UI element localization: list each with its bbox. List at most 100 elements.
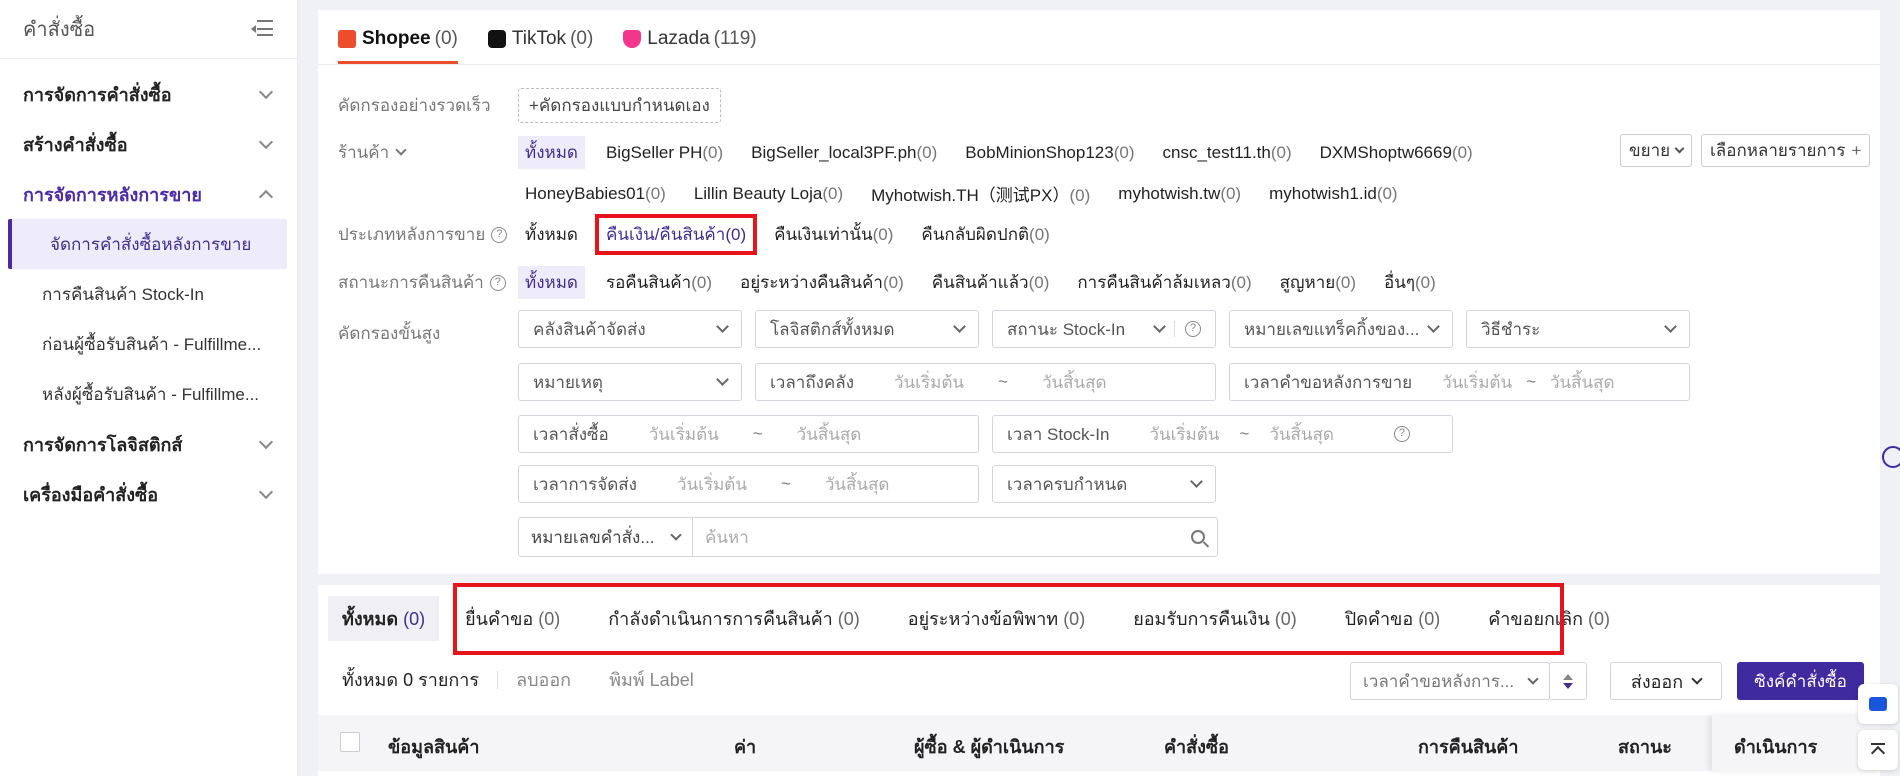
status-tab-all[interactable]: ทั้งหมด (0) xyxy=(328,595,440,641)
quick-filter-label: คัดกรองอย่างรวดเร็ว xyxy=(338,96,491,115)
shop-chip[interactable]: Lillin Beauty Loja(0) xyxy=(687,181,850,207)
delete-button[interactable]: ลบออก xyxy=(516,665,571,694)
help-icon[interactable]: ? xyxy=(1393,426,1410,442)
sidebar-group-create-order[interactable]: สร้างคำสั่งซื้อ xyxy=(0,119,297,169)
shop-chip[interactable]: HoneyBabies01(0) xyxy=(518,181,673,207)
aftersale-type-row: ประเภทหลังการขาย? ทั้งหมด คืนเงิน/คืนสิน… xyxy=(338,214,1071,255)
type-chip-all[interactable]: ทั้งหมด xyxy=(518,218,585,251)
stockin-status-select[interactable]: สถานะ Stock-In? xyxy=(992,310,1216,348)
shop-chip[interactable]: myhotwish1.id(0) xyxy=(1262,181,1405,207)
print-label-button[interactable]: พิมพ์ Label xyxy=(609,665,694,694)
chevron-down-icon xyxy=(1153,320,1166,333)
search-field-select[interactable]: หมายเลขคำสั่ง... xyxy=(519,518,693,556)
help-icon[interactable]: ? xyxy=(489,274,506,291)
expand-button[interactable]: ขยาย xyxy=(1620,134,1693,167)
status-chip-all[interactable]: ทั้งหมด xyxy=(518,266,585,299)
tracking-select[interactable]: หมายเลขแทร็คกิ้งของ... xyxy=(1229,310,1453,348)
chevron-down-icon xyxy=(258,84,274,99)
chevron-down-icon xyxy=(670,528,682,541)
shop-chip[interactable]: BigSeller PH(0) xyxy=(599,140,730,166)
shop-chip[interactable]: BobMinionShop123(0) xyxy=(958,140,1141,166)
collapse-menu-icon[interactable] xyxy=(251,20,273,38)
stockin-time-range[interactable]: เวลา Stock-In วันเริ่มต้น ~ วันสิ้นสุด? xyxy=(992,415,1453,453)
total-count: ทั้งหมด 0 รายการ xyxy=(342,670,480,690)
assistant-ring-icon[interactable] xyxy=(1882,446,1900,468)
chevron-down-icon xyxy=(953,320,966,333)
note-select[interactable]: หมายเหตุ xyxy=(518,363,742,401)
chevron-down-icon xyxy=(1427,320,1440,333)
help-icon[interactable]: ? xyxy=(491,226,508,243)
col-price: ค่า xyxy=(734,737,757,757)
shop-chip[interactable]: DXMShoptw6669(0) xyxy=(1313,140,1480,166)
chevron-down-icon xyxy=(716,320,729,333)
chevron-down-icon xyxy=(1664,320,1677,333)
list-toolbar: ทั้งหมด 0 รายการ ลบออก พิมพ์ Label xyxy=(342,665,732,694)
chat-icon xyxy=(1869,697,1887,711)
chevron-down-icon xyxy=(258,484,274,499)
tab-lazada[interactable]: Lazada (119) xyxy=(623,28,757,64)
sidebar-item-return-stockin[interactable]: การคืนสินค้า Stock-In xyxy=(0,269,297,319)
sync-orders-button[interactable]: ซิงค์คำสั่งซื้อ xyxy=(1737,662,1864,700)
help-icon[interactable]: ? xyxy=(1185,321,1201,337)
advanced-filter-label: คัดกรองขั้นสูง xyxy=(338,324,441,343)
warehouse-time-range[interactable]: เวลาถึงคลัง วันเริ่มต้น ~ วันสิ้นสุด xyxy=(755,363,1216,401)
highlight-box xyxy=(453,583,1564,655)
chevron-down-icon xyxy=(1527,672,1539,685)
sidebar-item-before-receive[interactable]: ก่อนผู้ซื้อรับสินค้า - Fulfillme... xyxy=(0,319,297,369)
aftersale-type-label: ประเภทหลังการขาย xyxy=(338,225,486,244)
shop-label[interactable]: ร้านค้า xyxy=(338,139,518,166)
sidebar-group-logistics[interactable]: การจัดการโลจิสติกส์ xyxy=(0,419,297,469)
type-chip-abnormal-return[interactable]: คืนกลับผิดปกติ(0) xyxy=(914,218,1056,251)
sidebar-title: คำสั่งซื้อ xyxy=(23,19,96,41)
tab-shopee[interactable]: Shopee (0) xyxy=(338,28,458,64)
sidebar-group-order-management[interactable]: การจัดการคำสั่งซื้อ xyxy=(0,69,297,119)
chevron-up-icon xyxy=(258,189,274,204)
type-chip-refund-only[interactable]: คืนเงินเท่านั้น(0) xyxy=(767,218,900,251)
col-buyer: ผู้ซื้อ & ผู้ดำเนินการ xyxy=(914,737,1065,757)
sort-order-button[interactable] xyxy=(1549,662,1587,700)
select-all-checkbox[interactable] xyxy=(340,732,360,752)
sort-down-icon xyxy=(1563,682,1573,689)
search-input[interactable]: ค้นหา xyxy=(693,518,1217,556)
sidebar-group-aftersale[interactable]: การจัดการหลังการขาย xyxy=(0,169,297,219)
custom-filter-button[interactable]: +คัดกรองแบบกำหนดเอง xyxy=(518,88,721,123)
status-chip[interactable]: อื่นๆ(0) xyxy=(1377,266,1443,299)
shop-chip[interactable]: Myhotwish.TH（测试PX）(0) xyxy=(864,178,1097,209)
sidebar-item-aftersale-orders[interactable]: จัดการคำสั่งซื้อหลังการขาย xyxy=(8,219,287,269)
back-to-top-button[interactable] xyxy=(1858,730,1898,770)
logistics-select[interactable]: โลจิสติกส์ทั้งหมด xyxy=(755,310,979,348)
sidebar-item-after-receive[interactable]: หลังผู้ซื้อรับสินค้า - Fulfillme... xyxy=(0,369,297,419)
status-chip[interactable]: การคืนสินค้าล้มเหลว(0) xyxy=(1070,266,1258,299)
sort-select[interactable]: เวลาคำขอหลังการ... xyxy=(1350,662,1550,700)
chat-button[interactable] xyxy=(1858,684,1898,724)
shop-chip[interactable]: BigSeller_local3PF.ph(0) xyxy=(744,140,944,166)
back-to-top-icon xyxy=(1871,743,1885,757)
tab-tiktok[interactable]: TikTok (0) xyxy=(487,28,593,64)
chevron-down-icon xyxy=(258,134,274,149)
warehouse-select[interactable]: คลังสินค้าจัดส่ง xyxy=(518,310,742,348)
sort-up-icon xyxy=(1563,673,1573,680)
status-chip[interactable]: สูญหาย(0) xyxy=(1273,266,1363,299)
order-time-range[interactable]: เวลาสั่งซื้อ วันเริ่มต้น ~ วันสิ้นสุด xyxy=(518,415,979,453)
shop-filter-row-2: HoneyBabies01(0) Lillin Beauty Loja(0) M… xyxy=(338,178,1419,209)
aftersale-list: ทั้งหมด (0) ยื่นคำขอ (0) กำลังดำเนินการก… xyxy=(318,583,1880,776)
due-time-select[interactable]: เวลาครบกำหนด xyxy=(992,465,1216,503)
status-chip[interactable]: รอคืนสินค้า(0) xyxy=(599,266,719,299)
ship-time-range[interactable]: เวลาการจัดส่ง วันเริ่มต้น ~ วันสิ้นสุด xyxy=(518,465,979,503)
payment-select[interactable]: วิธีชำระ xyxy=(1466,310,1690,348)
type-chip-refund-return[interactable]: คืนเงิน/คืนสินค้า(0) xyxy=(594,214,758,255)
shop-chip-all[interactable]: ทั้งหมด xyxy=(518,136,585,169)
shop-chip[interactable]: myhotwish.tw(0) xyxy=(1111,181,1248,207)
multi-select-button[interactable]: เลือกหลายรายการ + xyxy=(1701,134,1871,167)
status-chip[interactable]: อยู่ระหว่างคืนสินค้า(0) xyxy=(733,266,911,299)
search-icon[interactable] xyxy=(1191,530,1205,544)
sidebar-header: คำสั่งซื้อ xyxy=(0,0,297,59)
shop-chip[interactable]: cnsc_test11.th(0) xyxy=(1155,140,1298,166)
quick-filter-row: คัดกรองอย่างรวดเร็ว +คัดกรองแบบกำหนดเอง xyxy=(338,88,721,123)
aftersale-time-range[interactable]: เวลาคำขอหลังการขาย วันเริ่มต้น ~ วันสิ้นสุด xyxy=(1229,363,1690,401)
return-status-row: สถานะการคืนสินค้า? ทั้งหมด รอคืนสินค้า(0… xyxy=(338,266,1457,299)
sidebar-group-order-tools[interactable]: เครื่องมือคำสั่งซื้อ xyxy=(0,469,297,519)
col-action: ดำเนินการ xyxy=(1734,737,1818,757)
status-chip[interactable]: คืนสินค้าแล้ว(0) xyxy=(925,266,1057,299)
export-button[interactable]: ส่งออก xyxy=(1610,662,1722,700)
